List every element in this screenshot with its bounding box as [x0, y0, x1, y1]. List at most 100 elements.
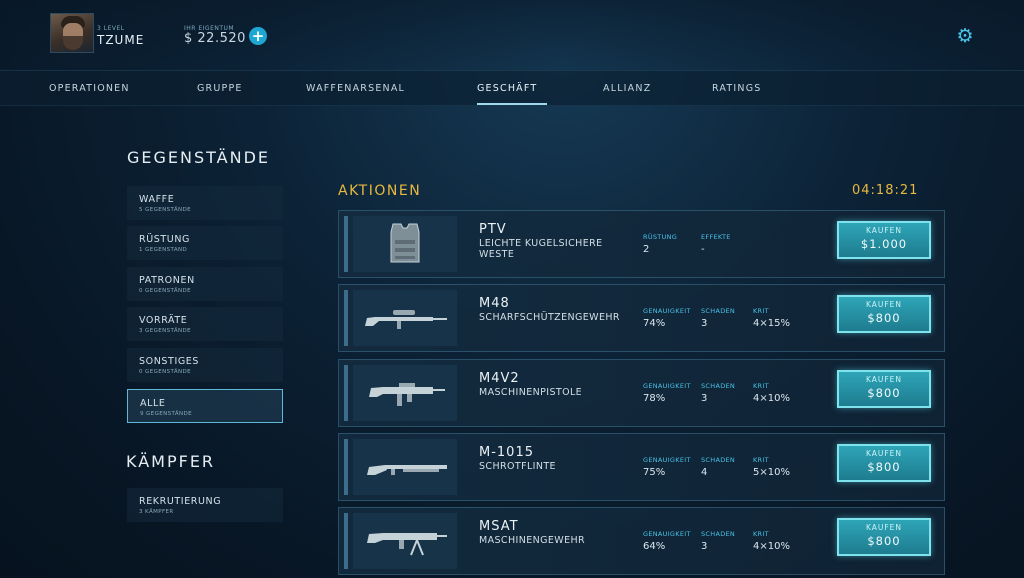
category-ruestung[interactable]: RÜSTUNG 1 GEGENSTAND [127, 226, 283, 260]
item-name: M48 [479, 296, 510, 311]
vest-icon [353, 216, 457, 272]
buy-button[interactable]: KAUFEN $800 [837, 444, 931, 482]
stat-label: EFFEKTE [701, 233, 731, 241]
item-description: MASCHINENPISTOLE [479, 387, 583, 398]
category-count: 9 GEGENSTÄNDE [140, 411, 193, 417]
buy-price: $800 [867, 460, 901, 474]
shop-item: MSAT MASCHINENGEWEHR GENAUIGKEIT 64% SCH… [338, 507, 945, 575]
stat-label: RÜSTUNG [643, 233, 678, 241]
tab-geschaeft[interactable]: GESCHÄFT [477, 83, 537, 94]
buy-label: KAUFEN [865, 449, 903, 458]
tab-gruppe[interactable]: GRUPPE [197, 83, 243, 94]
stat-value: 3 [701, 318, 708, 329]
stat-label: KRIT [753, 530, 769, 538]
category-sonstiges[interactable]: SONSTIGES 0 GEGENSTÄNDE [127, 348, 283, 382]
item-name: PTV [479, 222, 507, 237]
gear-icon[interactable]: ⚙ [955, 26, 975, 46]
category-count: 3 GEGENSTÄNDE [139, 328, 192, 334]
category-label: SONSTIGES [139, 356, 200, 367]
category-alle[interactable]: ALLE 9 GEGENSTÄNDE [127, 389, 283, 423]
tab-waffenarsenal[interactable]: WAFFENARSENAL [306, 83, 405, 94]
buy-label: KAUFEN [865, 300, 903, 309]
buy-label: KAUFEN [865, 375, 903, 384]
item-description: SCHARFSCHÜTZENGEWEHR [479, 312, 620, 323]
category-label: RÜSTUNG [139, 234, 191, 245]
stat-value: 74% [643, 318, 666, 329]
shop-item: PTV LEICHTE KUGELSICHERE WESTE RÜSTUNG 2… [338, 210, 945, 278]
buy-price: $800 [867, 386, 901, 400]
stat-value: 4×15% [753, 318, 790, 329]
tab-operationen[interactable]: OPERATIONEN [49, 83, 130, 94]
stat-value: - [701, 244, 705, 255]
offer-timer: 04:18:21 [852, 183, 919, 198]
item-description: MASCHINENGEWEHR [479, 535, 586, 546]
stat-label: KRIT [753, 307, 769, 315]
shotgun-icon [353, 439, 457, 495]
category-label: PATRONEN [139, 275, 195, 286]
buy-price: $800 [867, 311, 901, 325]
item-edge [344, 365, 348, 421]
item-edge [344, 216, 348, 272]
category-count: 1 GEGENSTAND [139, 247, 188, 253]
items-section-title: GEGENSTÄNDE [127, 148, 271, 167]
item-edge [344, 513, 348, 569]
buy-price: $1.000 [860, 237, 908, 251]
stat-value: 4×10% [753, 541, 790, 552]
stat-label: SCHADEN [701, 307, 736, 315]
tab-allianz[interactable]: ALLIANZ [603, 83, 651, 94]
stat-value: 64% [643, 541, 666, 552]
item-edge [344, 439, 348, 495]
player-avatar[interactable] [50, 13, 94, 53]
sniper-rifle-icon [353, 290, 457, 346]
player-name: TZUME [97, 33, 145, 47]
active-tab-indicator [477, 103, 547, 105]
category-waffe[interactable]: WAFFE 5 GEGENSTÄNDE [127, 186, 283, 220]
item-name: MSAT [479, 519, 519, 534]
category-label: ALLE [140, 398, 166, 409]
shop-item: M4V2 MASCHINENPISTOLE GENAUIGKEIT 78% SC… [338, 359, 945, 427]
fighters-section-title: KÄMPFER [126, 452, 216, 471]
stat-label: GENAUIGKEIT [643, 307, 691, 315]
category-label: VORRÄTE [139, 315, 188, 326]
add-funds-button[interactable]: + [249, 27, 267, 45]
stat-label: KRIT [753, 382, 769, 390]
buy-button[interactable]: KAUFEN $1.000 [837, 221, 931, 259]
buy-button[interactable]: KAUFEN $800 [837, 295, 931, 333]
stat-label: GENAUIGKEIT [643, 530, 691, 538]
buy-label: KAUFEN [865, 226, 903, 235]
stat-label: GENAUIGKEIT [643, 382, 691, 390]
tab-ratings[interactable]: RATINGS [712, 83, 761, 94]
top-bar: 3 LEVEL TZUME IHR EIGENTUM $ 22.520 + ⚙ [0, 0, 1024, 70]
category-patronen[interactable]: PATRONEN 0 GEGENSTÄNDE [127, 267, 283, 301]
machine-gun-icon [353, 513, 457, 569]
offers-title: AKTIONEN [338, 183, 422, 199]
stat-label: SCHADEN [701, 530, 736, 538]
stat-label: GENAUIGKEIT [643, 456, 691, 464]
item-description: LEICHTE KUGELSICHERE WESTE [479, 238, 603, 260]
category-count: 3 KÄMPFER [139, 509, 174, 515]
stat-value: 78% [643, 393, 666, 404]
category-label: REKRUTIERUNG [139, 496, 222, 507]
buy-button[interactable]: KAUFEN $800 [837, 518, 931, 556]
stat-value: 2 [643, 244, 650, 255]
main-nav: OPERATIONEN GRUPPE WAFFENARSENAL GESCHÄF… [0, 70, 1024, 106]
stat-value: 75% [643, 467, 666, 478]
stat-value: 4×10% [753, 393, 790, 404]
item-edge [344, 290, 348, 346]
shop-item: M-1015 SCHROTFLINTE GENAUIGKEIT 75% SCHA… [338, 433, 945, 501]
item-name: M-1015 [479, 445, 534, 460]
balance-value: $ 22.520 [184, 31, 246, 46]
stat-value: 4 [701, 467, 708, 478]
category-count: 0 GEGENSTÄNDE [139, 288, 192, 294]
stat-label: KRIT [753, 456, 769, 464]
smg-icon [353, 365, 457, 421]
item-description: SCHROTFLINTE [479, 461, 556, 472]
category-vorraete[interactable]: VORRÄTE 3 GEGENSTÄNDE [127, 307, 283, 341]
category-rekrutierung[interactable]: REKRUTIERUNG 3 KÄMPFER [127, 488, 283, 522]
shop-item: M48 SCHARFSCHÜTZENGEWEHR GENAUIGKEIT 74%… [338, 284, 945, 352]
buy-label: KAUFEN [865, 523, 903, 532]
category-count: 0 GEGENSTÄNDE [139, 369, 192, 375]
item-name: M4V2 [479, 371, 520, 386]
buy-button[interactable]: KAUFEN $800 [837, 370, 931, 408]
player-level: 3 LEVEL [97, 25, 125, 32]
